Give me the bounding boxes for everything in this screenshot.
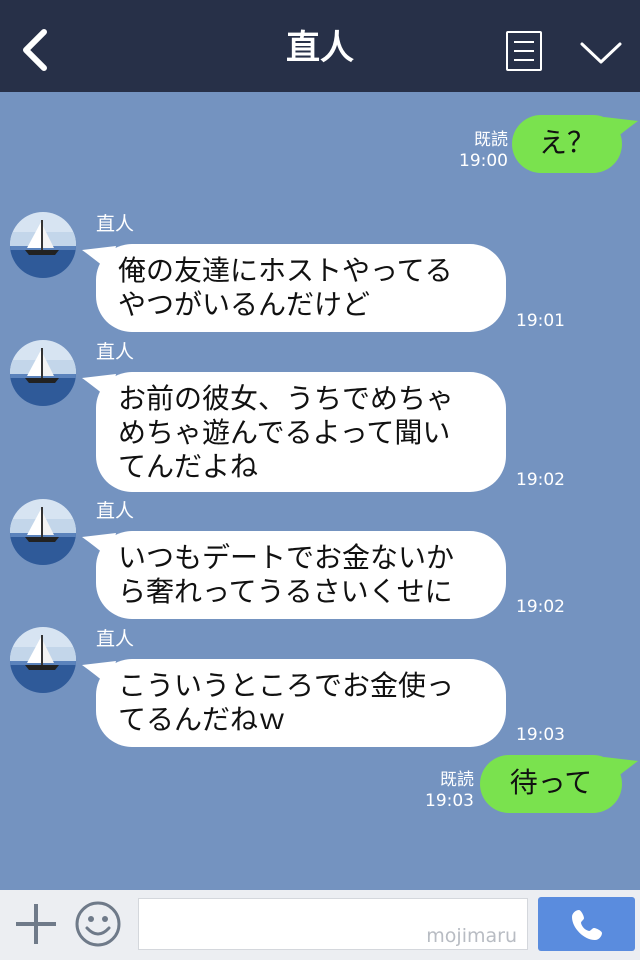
read-label: 既読 (474, 130, 508, 150)
plus-icon[interactable] (14, 902, 58, 946)
message-time: 19:00 (459, 151, 508, 171)
list-menu-icon[interactable] (506, 31, 542, 71)
phone-icon (572, 910, 602, 940)
read-label: 既読 (440, 770, 474, 790)
message-row-incoming: 直人 お前の彼女、うちでめちゃ めちゃ遊んでるよって聞い てんだよね 19:02 (0, 340, 640, 500)
message-row-incoming: 直人 俺の友達にホストやってる やつがいるんだけど 19:01 (0, 212, 640, 337)
bubble-tail (82, 661, 116, 687)
avatar[interactable] (10, 499, 76, 565)
message-bubble[interactable]: え？ (512, 115, 638, 173)
message-text-line: こういうところでお金使っ (118, 669, 455, 702)
message-time: 19:03 (425, 791, 474, 811)
chat-header: 直人 (0, 0, 640, 92)
message-text-line: いつもデートでお金ないか (118, 541, 455, 574)
message-text-line: え？ (538, 126, 595, 159)
message-text-line: てるんだねｗ (118, 703, 287, 736)
chevron-down-icon[interactable] (578, 36, 624, 68)
message-row-incoming: 直人 こういうところでお金使っ てるんだねｗ 19:03 (0, 627, 640, 752)
message-text-line: やつがいるんだけど (118, 288, 371, 321)
bubble-tail (82, 374, 116, 400)
chat-area[interactable]: 既読 19:00 え？ 直人 俺の友達にホストやってる やつがいるんだけど 19… (0, 92, 640, 890)
message-time: 19:01 (516, 311, 565, 331)
message-status: 既読 19:03 (406, 770, 474, 812)
message-text-line: ら奢れってうるさいくせに (118, 575, 453, 608)
smiley-icon[interactable] (74, 900, 122, 948)
message-time: 19:02 (516, 597, 565, 617)
sender-name: 直人 (96, 213, 135, 235)
message-bubble[interactable]: こういうところでお金使っ てるんだねｗ (82, 659, 506, 747)
bubble-tail (82, 246, 116, 272)
message-row-outgoing: 既読 19:00 え？ (0, 114, 640, 174)
avatar[interactable] (10, 340, 76, 406)
sender-name: 直人 (96, 628, 135, 650)
message-time: 19:03 (516, 725, 565, 745)
message-text-line: めちゃ遊んでるよって聞い (118, 416, 451, 449)
avatar[interactable] (10, 627, 76, 693)
message-time: 19:02 (516, 470, 565, 490)
avatar[interactable] (10, 212, 76, 278)
message-text-line: てんだよね (118, 450, 259, 483)
message-row-incoming: 直人 いつもデートでお金ないか ら奢れってうるさいくせに 19:02 (0, 499, 640, 624)
message-text-line: 俺の友達にホストやってる (118, 254, 453, 287)
message-bubble[interactable]: 待って (480, 755, 638, 813)
bubble-tail (604, 757, 638, 783)
sender-name: 直人 (96, 500, 135, 522)
watermark-text: mojimaru (426, 925, 517, 947)
sender-name: 直人 (96, 341, 135, 363)
bubble-tail (82, 533, 116, 559)
chat-title: 直人 (286, 28, 354, 68)
bubble-tail (604, 117, 638, 143)
message-bubble[interactable]: 俺の友達にホストやってる やつがいるんだけど (82, 244, 506, 332)
message-text-line: お前の彼女、うちでめちゃ (118, 382, 455, 415)
message-status: 既読 19:00 (440, 130, 508, 172)
message-text-line: 待って (509, 766, 593, 799)
call-button[interactable] (538, 897, 635, 951)
message-input[interactable]: mojimaru (138, 898, 528, 950)
message-bubble[interactable]: いつもデートでお金ないか ら奢れってうるさいくせに (82, 531, 506, 619)
message-bubble[interactable]: お前の彼女、うちでめちゃ めちゃ遊んでるよって聞い てんだよね (82, 372, 506, 492)
message-row-outgoing: 既読 19:03 待って (0, 754, 640, 814)
